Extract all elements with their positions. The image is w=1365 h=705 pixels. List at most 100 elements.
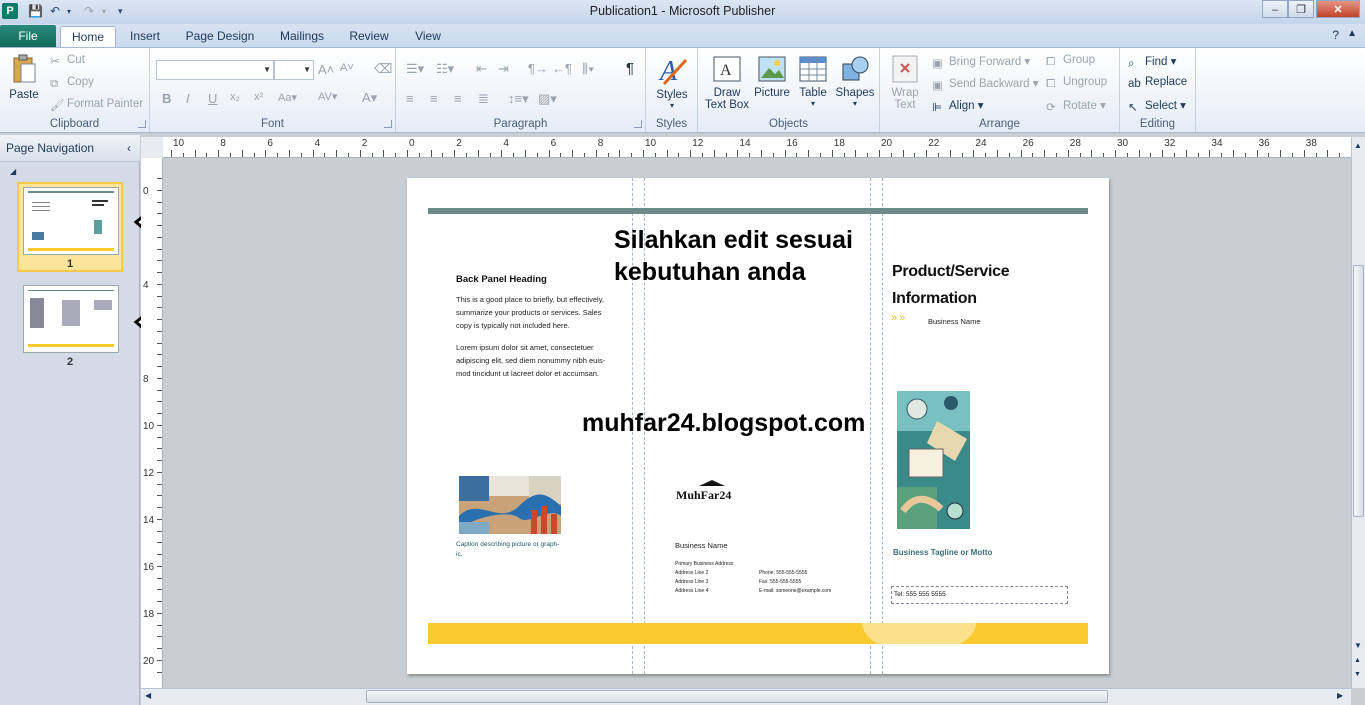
bring-forward-button[interactable]: ▣ Bring Forward ▾ <box>932 54 1030 70</box>
font-color-icon[interactable]: A▾ <box>362 90 377 106</box>
fax-text[interactable]: Fax: 555-555-5555 <box>759 578 801 587</box>
font-launcher[interactable] <box>384 120 392 128</box>
shading-icon[interactable]: ▨▾ <box>538 91 557 107</box>
line-spacing-icon[interactable]: ↕≡▾ <box>508 91 529 107</box>
align-right-icon[interactable]: ≡ <box>454 91 462 106</box>
rtl-icon[interactable]: ←¶ <box>552 61 572 76</box>
section-triangle-icon[interactable]: ◢ <box>10 167 16 176</box>
page-thumbnail-1[interactable]: 1 <box>17 182 123 272</box>
bullets-icon[interactable]: ☰▾ <box>406 61 424 77</box>
address-line-4[interactable]: Address Line 4 <box>675 587 708 596</box>
italic-icon[interactable]: I <box>186 91 190 106</box>
tab-home[interactable]: Home <box>60 26 116 48</box>
help-icon[interactable]: ? <box>1332 28 1339 42</box>
tab-view[interactable]: View <box>406 26 450 48</box>
draw-text-box-button[interactable]: A Draw Text Box <box>702 54 752 111</box>
align-button[interactable]: ⊫ Align ▾ <box>932 98 984 114</box>
grow-font-icon[interactable]: A˄ <box>318 62 334 77</box>
publication-page[interactable]: Silahkan edit sesuai kebutuhan anda Back… <box>407 178 1109 674</box>
previous-page-icon[interactable]: ▲ <box>1354 657 1361 664</box>
maximize-button[interactable]: ❐ <box>1288 0 1314 18</box>
subscript-icon[interactable]: x₂ <box>230 91 240 103</box>
format-painter-button[interactable]: 🖌 Format Painter <box>50 98 143 112</box>
back-panel-text-6[interactable]: mod tincidunt ut lacreet dolor et accums… <box>456 367 599 380</box>
select-button[interactable]: ↖ Select ▾ <box>1128 98 1186 114</box>
back-panel-text-4[interactable]: Lorem ipsum dolor sit amet, consectetuer <box>456 341 594 354</box>
ungroup-button[interactable]: ⧠ Ungroup <box>1046 76 1107 91</box>
justify-icon[interactable]: ≣ <box>478 91 489 107</box>
picture-caption-1[interactable]: Caption describing picture or graph- <box>456 540 559 550</box>
decrease-indent-icon[interactable]: ⇤ <box>476 61 487 77</box>
back-panel-text-2[interactable]: summarize your products or services. Sal… <box>456 306 601 319</box>
minimize-button[interactable]: – <box>1262 0 1288 18</box>
bold-icon[interactable]: B <box>162 91 171 106</box>
horizontal-scrollbar[interactable]: ◀ ▶ <box>141 688 1351 705</box>
change-case-icon[interactable]: Aa▾ <box>278 91 297 104</box>
character-spacing-icon[interactable]: AV▾ <box>318 90 337 103</box>
email-text[interactable]: E-mail: someone@example.com <box>759 587 831 596</box>
scroll-down-icon[interactable]: ▼ <box>1354 641 1362 650</box>
picture-caption-2[interactable]: ic. <box>456 550 463 560</box>
address-line-1[interactable]: Primary Business Address <box>675 560 733 569</box>
pilcrow-icon[interactable]: ¶ <box>626 60 634 77</box>
phone-text-box[interactable]: Tel: 555 555 5555 <box>891 586 1068 604</box>
company-logo-text[interactable]: MuhFar24 <box>676 488 731 503</box>
address-line-2[interactable]: Address Line 2 <box>675 569 708 578</box>
business-tagline[interactable]: Business Tagline or Motto <box>893 548 992 557</box>
page-thumbnail-2[interactable]: 2 <box>17 280 123 370</box>
copy-button[interactable]: ⧉ Copy <box>50 76 94 91</box>
picture-button[interactable]: Picture <box>752 54 792 99</box>
next-page-icon[interactable]: ▼ <box>1354 671 1361 678</box>
back-panel-heading[interactable]: Back Panel Heading <box>456 274 547 285</box>
cut-button[interactable]: ✂ Cut <box>50 54 85 68</box>
clear-formatting-icon[interactable]: ⌫ <box>374 61 392 77</box>
align-center-icon[interactable]: ≡ <box>430 91 438 106</box>
collapse-pane-icon[interactable]: ‹ <box>127 135 131 162</box>
underline-icon[interactable]: U <box>208 91 217 106</box>
close-button[interactable]: ✕ <box>1316 0 1360 18</box>
replace-button[interactable]: ab Replace <box>1128 76 1187 91</box>
tab-review[interactable]: Review <box>343 26 395 48</box>
back-panel-picture[interactable] <box>459 476 561 534</box>
address-line-3[interactable]: Address Line 3 <box>675 578 708 587</box>
superscript-icon[interactable]: x² <box>254 91 263 103</box>
back-panel-text-1[interactable]: This is a good place to briefly, but eff… <box>456 293 604 306</box>
tab-insert[interactable]: Insert <box>122 26 168 48</box>
shrink-font-icon[interactable]: A˅ <box>340 62 354 74</box>
font-size-combo[interactable]: ▼ <box>274 60 314 80</box>
paste-button[interactable]: Paste <box>6 54 42 101</box>
align-left-icon[interactable]: ≡ <box>406 91 414 106</box>
horizontal-scroll-thumb[interactable] <box>366 690 1108 703</box>
cover-business-name[interactable]: Business Name <box>928 317 981 326</box>
tab-file[interactable]: File <box>0 25 56 48</box>
tab-mailings[interactable]: Mailings <box>272 26 332 48</box>
styles-button[interactable]: A Styles ▾ <box>652 54 692 110</box>
ltr-icon[interactable]: ¶→ <box>528 61 548 76</box>
paragraph-launcher[interactable] <box>634 120 642 128</box>
vertical-scrollbar[interactable]: ▲ ▼ ▲ ▼ <box>1351 137 1365 688</box>
cover-picture[interactable] <box>897 391 970 529</box>
scroll-up-icon[interactable]: ▲ <box>1354 141 1362 150</box>
wrap-text-button[interactable]: Wrap Text <box>886 54 924 111</box>
table-button[interactable]: Table ▾ <box>794 54 832 108</box>
phone-text[interactable]: Phone: 555-555-5555 <box>759 569 807 578</box>
scroll-right-icon[interactable]: ▶ <box>1337 691 1343 700</box>
mailer-business-name[interactable]: Business Name <box>675 541 728 550</box>
minimize-ribbon-icon[interactable]: ▲ <box>1347 28 1357 39</box>
product-title-line-1[interactable]: Product/Service <box>892 258 1010 285</box>
back-panel-text-5[interactable]: adipiscing elit, sed diem nonummy nibh e… <box>456 354 605 367</box>
back-panel-text-3[interactable]: copy is typically not included here. <box>456 319 570 332</box>
clipboard-launcher[interactable] <box>138 120 146 128</box>
shapes-button[interactable]: Shapes ▾ <box>834 54 876 108</box>
scroll-left-icon[interactable]: ◀ <box>145 691 151 700</box>
group-button[interactable]: ⧠ Group <box>1046 54 1095 69</box>
rotate-button[interactable]: ⟳ Rotate ▾ <box>1046 98 1106 114</box>
increase-indent-icon[interactable]: ⇥ <box>498 61 509 77</box>
product-title-line-2[interactable]: Information <box>892 285 977 312</box>
font-name-combo[interactable]: ▼ <box>156 60 274 80</box>
send-backward-button[interactable]: ▣ Send Backward ▾ <box>932 76 1039 92</box>
find-button[interactable]: ⌕ Find ▾ <box>1128 54 1176 71</box>
columns-icon[interactable]: ⫼▾ <box>582 61 594 77</box>
vertical-ruler[interactable]: 0 4 8 10 12 14 16 18 20 <box>141 158 163 688</box>
horizontal-ruler[interactable]: 10 8 6 4 2 0 2 4 6 8 10 12 14 16 18 20 22 24 26 28 30 32 34 36 3… <box>163 137 1351 158</box>
